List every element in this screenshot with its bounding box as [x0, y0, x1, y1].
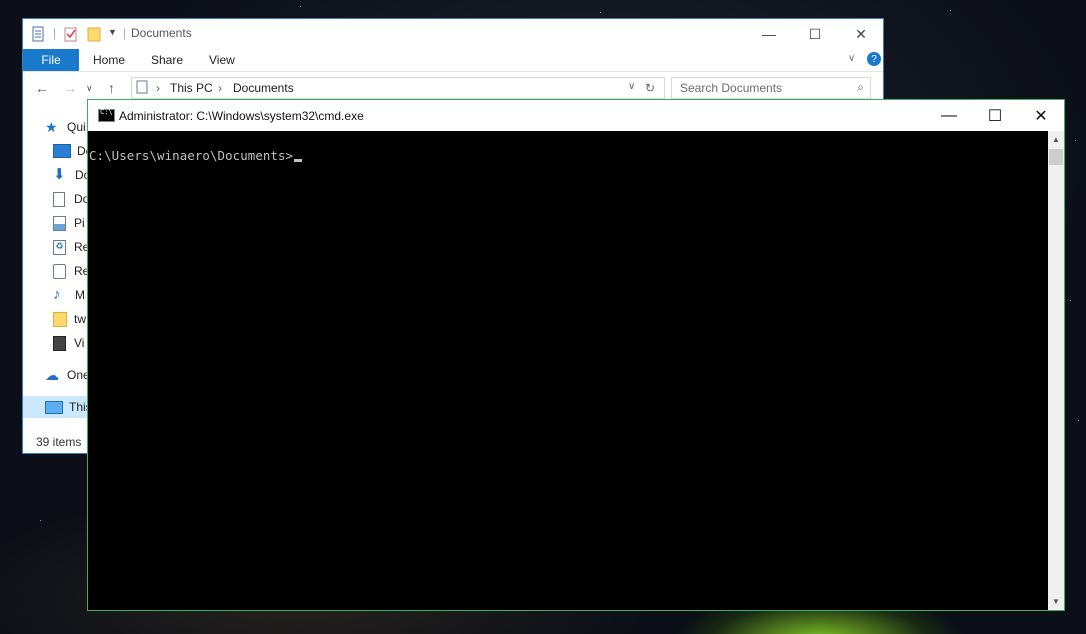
- pictures-icon: [53, 215, 66, 231]
- status-item-count: 39 items: [36, 435, 82, 449]
- cmd-icon[interactable]: [98, 108, 115, 122]
- address-bar[interactable]: › This PC › Documents ∨ ↻: [131, 77, 665, 99]
- scroll-up-icon[interactable]: ▲: [1048, 131, 1064, 148]
- breadcrumb-documents[interactable]: Documents: [233, 81, 294, 95]
- tab-file[interactable]: File: [23, 49, 79, 71]
- search-placeholder: Search Documents: [680, 81, 783, 95]
- sidebar-item-quick-access[interactable]: ★ Qui: [45, 116, 86, 138]
- video-icon: [53, 335, 66, 351]
- refresh-icon[interactable]: ↻: [645, 81, 655, 95]
- separator: |: [123, 26, 127, 40]
- sidebar-item-recent[interactable]: Re: [53, 260, 89, 282]
- cloud-icon: ☁: [45, 367, 59, 383]
- sidebar-item-music[interactable]: ♪ M: [53, 284, 85, 306]
- star-icon: ★: [45, 119, 58, 135]
- help-icon[interactable]: ?: [867, 52, 881, 66]
- console-area[interactable]: C:\Users\winaero\Documents>: [88, 131, 1049, 610]
- text-cursor: [294, 159, 303, 162]
- address-dropdown-icon[interactable]: ∨: [628, 81, 635, 92]
- tab-share[interactable]: Share: [151, 53, 183, 67]
- search-icon: ⌕: [857, 80, 864, 94]
- recycle-icon: ♻: [53, 239, 66, 255]
- sidebar-item-onedrive[interactable]: ☁ One: [45, 364, 90, 386]
- download-icon: ⬇: [53, 166, 66, 183]
- folder-icon: [53, 311, 67, 327]
- command-prompt-line[interactable]: C:\Users\winaero\Documents>: [89, 148, 303, 163]
- recent-icon: [53, 263, 66, 279]
- checkmark-icon[interactable]: [64, 26, 78, 42]
- cmd-close-button[interactable]: ✕: [1018, 100, 1064, 131]
- cmd-window: Administrator: C:\Windows\system32\cmd.e…: [87, 99, 1065, 611]
- sidebar-item-videos[interactable]: Vi: [53, 332, 84, 354]
- sidebar-item-label: Pi: [74, 216, 85, 230]
- breadcrumb-separator-icon: ›: [218, 81, 222, 95]
- document-icon: [53, 191, 65, 207]
- forward-icon[interactable]: →: [63, 80, 77, 96]
- sidebar-item-folder[interactable]: tw: [53, 308, 86, 330]
- scroll-down-icon[interactable]: ▼: [1048, 593, 1064, 610]
- monitor-icon: [45, 400, 63, 414]
- breadcrumb-this-pc[interactable]: This PC: [170, 81, 213, 95]
- recent-locations-icon[interactable]: ∨: [86, 83, 93, 94]
- address-row: ← → ∨ ↑ › This PC › Documents ∨ ↻ Search…: [23, 75, 883, 101]
- scrollbar-thumb[interactable]: [1049, 149, 1063, 165]
- this-pc-icon: [136, 80, 148, 97]
- breadcrumb-separator-icon: ›: [156, 81, 160, 95]
- tab-home[interactable]: Home: [93, 53, 125, 67]
- desktop-icon: [53, 144, 71, 158]
- cmd-window-title: Administrator: C:\Windows\system32\cmd.e…: [119, 109, 364, 123]
- cmd-title-bar[interactable]: Administrator: C:\Windows\system32\cmd.e…: [88, 100, 1064, 131]
- tab-view[interactable]: View: [209, 53, 235, 67]
- maximize-button[interactable]: ☐: [792, 19, 838, 49]
- separator: |: [53, 26, 57, 40]
- sidebar-item-recycle[interactable]: ♻ Re: [53, 236, 89, 258]
- sidebar-item-label: Vi: [74, 336, 85, 350]
- quick-access-dropdown-icon[interactable]: ▼: [108, 27, 117, 37]
- explorer-title-bar: | ▼ | Documents — ☐ ✕: [23, 19, 883, 49]
- prompt-text: C:\Users\winaero\Documents>: [89, 148, 294, 163]
- properties-icon[interactable]: [32, 26, 44, 42]
- music-icon: ♪: [53, 286, 61, 303]
- window-title: Documents: [131, 26, 192, 40]
- up-icon[interactable]: ↑: [108, 80, 115, 96]
- sidebar-item-label: tw: [74, 312, 86, 326]
- close-button[interactable]: ✕: [838, 19, 884, 49]
- back-icon[interactable]: ←: [35, 80, 49, 96]
- ribbon-expand-icon[interactable]: ∨: [848, 53, 855, 64]
- sidebar-item-label: Qui: [67, 120, 86, 134]
- vertical-scrollbar[interactable]: ▲ ▼: [1048, 131, 1064, 610]
- cmd-minimize-button[interactable]: —: [926, 100, 972, 131]
- sidebar-item-documents[interactable]: Do: [53, 188, 89, 210]
- sidebar-item-pictures[interactable]: Pi: [53, 212, 85, 234]
- new-folder-icon[interactable]: [87, 26, 101, 42]
- cmd-maximize-button[interactable]: ☐: [972, 100, 1018, 131]
- ribbon-tabs: File Home Share View ∨ ?: [23, 49, 883, 72]
- sidebar-item-label: M: [75, 288, 85, 302]
- sidebar-item-downloads[interactable]: ⬇ Do: [53, 164, 90, 186]
- search-input[interactable]: Search Documents ⌕: [671, 77, 871, 99]
- minimize-button[interactable]: —: [746, 19, 792, 49]
